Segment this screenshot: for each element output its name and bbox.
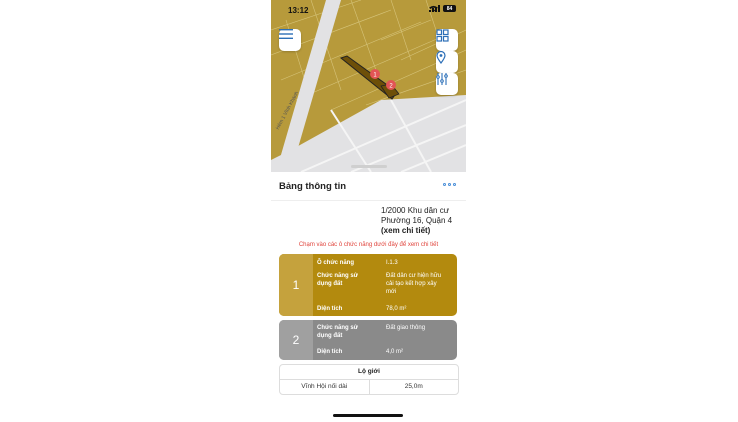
lo-gioi-road: Vĩnh Hội nối dài [280,380,370,394]
battery-icon: 84 [443,5,456,12]
status-time: 13:12 [288,6,309,15]
sheet-header: Bảng thông tin [271,172,466,201]
plan-info: 1/2000 Khu dân cư Phường 16, Quận 4 (xem… [381,206,452,236]
home-indicator[interactable] [333,414,403,417]
table-row: Vĩnh Hội nối dài 25,0m [280,380,458,394]
lo-gioi-header: Lộ giới [280,365,458,380]
map-view[interactable]: 1 2 Hẻm 1 Vĩnh Khánh 13:12 84 [271,0,466,172]
chuc-nang-label-2: dụng đất [317,281,343,287]
o-chuc-nang-label: Ô chức năng [317,260,355,266]
o-chuc-nang-value: I.1.3 [386,260,398,266]
chuc-nang-value-2: cải tạo kết hợp xây [386,281,437,287]
location-button[interactable] [436,51,458,73]
layers-button[interactable] [436,29,458,51]
lo-gioi-table: Lộ giới Vĩnh Hội nối dài 25,0m [279,364,459,395]
card-number: 2 [279,320,313,360]
chuc-nang-value-1: Đất dân cư hiện hữu [386,273,442,279]
filter-button[interactable] [436,73,458,95]
function-card-1[interactable]: 1 Ô chức năng I.1.3 Chức năng sử dụng đấ… [279,254,457,316]
chuc-nang-label-1: Chức năng sử [317,273,359,279]
card-number: 1 [279,254,313,316]
status-bar: 13:12 84 [271,0,466,20]
more-options-icon[interactable] [443,183,456,186]
sliders-icon [436,73,448,85]
wifi-icon [429,5,438,12]
plan-line-1: 1/2000 Khu dân cư [381,206,450,215]
marker-1[interactable]: 1 [370,69,380,79]
chuc-nang-value-3: mới [386,289,397,295]
chuc-nang-label-1: Chức năng sử [317,325,359,331]
plan-detail-link[interactable]: (xem chi tiết) [381,226,452,236]
location-pin-icon [436,51,446,64]
sheet-title: Bảng thông tin [279,181,347,192]
chuc-nang-value-1: Đất giao thông [386,325,426,331]
dien-tich-label: Diện tích [317,349,343,355]
hamburger-icon [279,29,293,39]
menu-button[interactable] [279,29,301,51]
dien-tich-value: 4,0 m² [386,349,404,355]
chuc-nang-label-2: dụng đất [317,333,343,339]
grid-icon [436,29,449,42]
status-icons: 84 [429,5,456,12]
hint-text: Chạm vào các ô chức năng dưới đây để xem… [298,242,439,248]
dien-tich-value: 78,0 m² [386,306,407,312]
plan-line-2: Phường 16, Quận 4 [381,216,453,225]
sheet-drag-handle[interactable] [351,165,387,168]
function-card-2[interactable]: 2 Chức năng sử dụng đất Đất giao thông D… [279,320,457,360]
phone-screen: 1 2 Hẻm 1 Vĩnh Khánh 13:12 84 Bảng thông… [271,0,466,422]
lo-gioi-width: 25,0m [404,383,423,390]
marker-2[interactable]: 2 [386,80,396,90]
dien-tich-label: Diện tích [317,306,343,312]
